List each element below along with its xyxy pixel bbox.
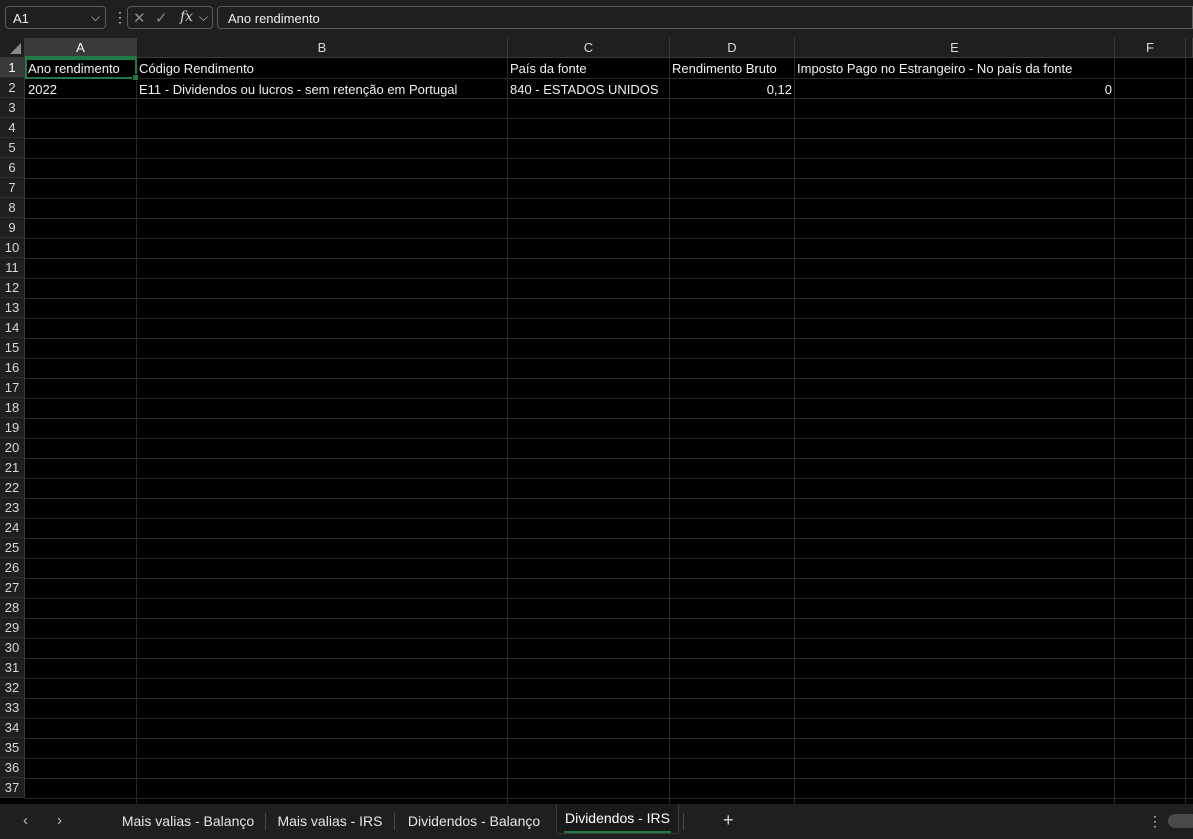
name-box[interactable]: A1 ⌵ (5, 6, 106, 29)
row-header-23[interactable]: 23 (0, 498, 25, 518)
column-header-e[interactable]: E (795, 38, 1115, 58)
row-header-21[interactable]: 21 (0, 458, 25, 478)
column-header-g[interactable] (1186, 38, 1193, 58)
row-header-1[interactable]: 1 (0, 58, 25, 78)
cell-c2[interactable]: 840 - ESTADOS UNIDOS (507, 79, 669, 99)
add-sheet-icon[interactable]: + (723, 810, 734, 831)
active-tab-underline (564, 831, 671, 833)
formula-controls: ✕ ✓ fx ⌵ (127, 6, 213, 29)
row-header-37[interactable]: 37 (0, 778, 25, 798)
row-header-13[interactable]: 13 (0, 298, 25, 318)
row-header-25[interactable]: 25 (0, 538, 25, 558)
spreadsheet-grid[interactable]: A B C D E F 1 2 3 4 5 6 7 8 9 10 11 12 13 14 15 16 17 18 1… (0, 38, 1193, 804)
row-header-9[interactable]: 9 (0, 218, 25, 238)
row-header-18[interactable]: 18 (0, 398, 25, 418)
cell-e2[interactable]: 0 (794, 79, 1115, 99)
row-header-11[interactable]: 11 (0, 258, 25, 278)
formula-bar: A1 ⌵ ⋮ ✕ ✓ fx ⌵ Ano rendimento (0, 0, 1193, 37)
column-header-c[interactable]: C (508, 38, 670, 58)
enter-icon[interactable]: ✓ (155, 9, 168, 27)
row-header-14[interactable]: 14 (0, 318, 25, 338)
tab-mais-valias-balanco[interactable]: Mais valias - Balanço (115, 804, 261, 839)
cell-d1[interactable]: Rendimento Bruto (669, 58, 794, 78)
row-header-34[interactable]: 34 (0, 718, 25, 738)
tab-dividendos-irs-label: Dividendos - IRS (564, 810, 671, 826)
row-header-31[interactable]: 31 (0, 658, 25, 678)
row-header-29[interactable]: 29 (0, 618, 25, 638)
chevron-left-icon[interactable]: ‹ (23, 812, 28, 829)
cell-d2[interactable]: 0,12 (669, 79, 795, 99)
column-header-a[interactable]: A (25, 38, 137, 58)
row-header-16[interactable]: 16 (0, 358, 25, 378)
row-header-30[interactable]: 30 (0, 638, 25, 658)
row-header-10[interactable]: 10 (0, 238, 25, 258)
row-header-3[interactable]: 3 (0, 98, 25, 118)
active-cell-cursor (25, 58, 139, 81)
row-header-7[interactable]: 7 (0, 178, 25, 198)
row-header-12[interactable]: 12 (0, 278, 25, 298)
name-box-value: A1 (13, 11, 29, 26)
sheet-tab-bar: ‹ › Mais valias - Balanço Mais valias - … (0, 804, 1193, 839)
formula-input-value: Ano rendimento (228, 11, 320, 26)
row-header-8[interactable]: 8 (0, 198, 25, 218)
row-header-24[interactable]: 24 (0, 518, 25, 538)
insert-function-icon[interactable]: fx (180, 9, 193, 25)
chevron-right-icon[interactable]: › (57, 812, 62, 829)
cell-a2[interactable]: 2022 (25, 79, 137, 99)
column-header-f[interactable]: F (1115, 38, 1186, 58)
cell-b2[interactable]: E11 - Dividendos ou lucros - sem retençã… (136, 79, 507, 99)
more-options-icon[interactable]: ⋮ (1148, 813, 1162, 830)
row-header-17[interactable]: 17 (0, 378, 25, 398)
horizontal-scrollbar[interactable] (1168, 814, 1193, 828)
row-header-26[interactable]: 26 (0, 558, 25, 578)
row-header-4[interactable]: 4 (0, 118, 25, 138)
row-header-36[interactable]: 36 (0, 758, 25, 778)
tab-dividendos-balanco[interactable]: Dividendos - Balanço (399, 804, 549, 839)
chevron-down-icon[interactable]: ⌵ (199, 10, 208, 25)
column-header-d[interactable]: D (670, 38, 795, 58)
row-header-5[interactable]: 5 (0, 138, 25, 158)
row-header-22[interactable]: 22 (0, 478, 25, 498)
row-header-35[interactable]: 35 (0, 738, 25, 758)
column-header-b[interactable]: B (137, 38, 508, 58)
row-header-33[interactable]: 33 (0, 698, 25, 718)
cell-b1[interactable]: Código Rendimento (136, 58, 507, 78)
row-header-6[interactable]: 6 (0, 158, 25, 178)
more-options-icon[interactable]: ⋮ (113, 9, 127, 26)
row-header-32[interactable]: 32 (0, 678, 25, 698)
cell-e1[interactable]: Imposto Pago no Estrangeiro - No país da… (794, 58, 1114, 78)
row-header-27[interactable]: 27 (0, 578, 25, 598)
row-header-19[interactable]: 19 (0, 418, 25, 438)
row-header-28[interactable]: 28 (0, 598, 25, 618)
cancel-icon[interactable]: ✕ (133, 9, 146, 27)
row-header-20[interactable]: 20 (0, 438, 25, 458)
cell-c1[interactable]: País da fonte (507, 58, 669, 78)
row-header-2[interactable]: 2 (0, 78, 25, 98)
tab-dividendos-irs[interactable]: Dividendos - IRS (556, 804, 679, 839)
row-header-15[interactable]: 15 (0, 338, 25, 358)
tab-mais-valias-irs[interactable]: Mais valias - IRS (270, 804, 390, 839)
formula-input[interactable]: Ano rendimento (217, 6, 1193, 29)
select-all-button[interactable] (0, 38, 25, 58)
chevron-down-icon[interactable]: ⌵ (91, 10, 100, 25)
